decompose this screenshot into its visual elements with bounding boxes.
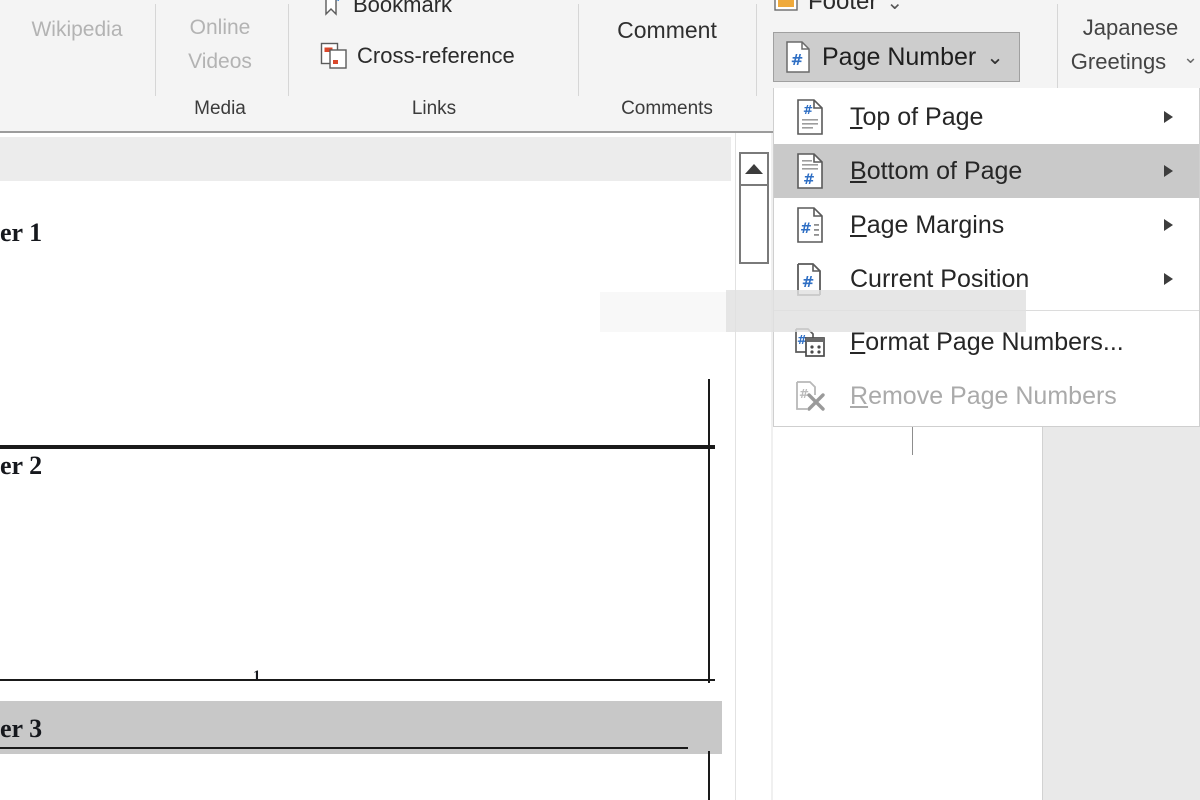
- submenu-arrow-icon[interactable]: [1164, 111, 1173, 123]
- wikipedia-button: Wikipedia: [31, 18, 123, 41]
- svg-text:#: #: [803, 103, 813, 117]
- accelerator-letter: F: [850, 327, 866, 356]
- format-page-numbers-icon: #: [786, 325, 834, 359]
- svg-text:#: #: [803, 172, 815, 188]
- document-box-6: [0, 747, 688, 751]
- accelerator-letter: R: [850, 381, 869, 410]
- document-box-3: [0, 379, 710, 683]
- menu-item-format-page-numbers[interactable]: # Format Page Numbers...: [774, 315, 1199, 369]
- footer-button[interactable]: Footer ⌄: [773, 0, 903, 16]
- svg-text:#: #: [800, 221, 812, 237]
- ribbon-group-media: Wikipedia Media: [0, 0, 154, 131]
- document-header-band: [0, 137, 731, 181]
- accelerator-letter: B: [850, 156, 867, 185]
- menu-item-label: Current Position: [850, 265, 1029, 294]
- group-divider-2: [288, 4, 289, 96]
- page-number-button[interactable]: # Page Number ⌄: [773, 32, 1020, 82]
- ribbon-group-label-comments: Comments: [621, 98, 713, 119]
- menu-item-label: Page Margins: [850, 211, 1004, 240]
- accelerator-letter: T: [850, 102, 863, 131]
- menu-item-rest: ormat Page Numbers...: [865, 327, 1124, 356]
- menu-item-top-of-page[interactable]: # Top of Page: [774, 90, 1199, 144]
- bookmark-label: Bookmark: [353, 0, 453, 17]
- menu-item-rest: age Margins: [866, 210, 1005, 239]
- menu-item-label: Bottom of Page: [850, 157, 1022, 186]
- scroll-up-button[interactable]: [739, 152, 769, 186]
- footer-label: Footer: [808, 0, 878, 15]
- submenu-arrow-icon[interactable]: [1164, 273, 1173, 285]
- page-number-bottom-icon: #: [786, 153, 834, 189]
- document-box-5: [0, 751, 710, 800]
- ribbon-group-label-links: Links: [411, 98, 457, 119]
- bookmark-icon: [320, 0, 344, 18]
- chevron-down-icon[interactable]: ⌄: [1183, 47, 1198, 68]
- page-number-margins-icon: #: [786, 207, 834, 243]
- menu-item-current-position[interactable]: # Current Position: [774, 252, 1199, 306]
- scrollbar-thumb[interactable]: [739, 186, 769, 264]
- group-divider-4: [756, 4, 757, 96]
- cross-reference-label: Cross-reference: [357, 43, 515, 68]
- ribbon-group-label-media: Media: [194, 98, 246, 119]
- menu-item-rest: emove Page Numbers: [868, 381, 1117, 410]
- vertical-scrollbar[interactable]: [735, 133, 771, 800]
- ribbon-group-media-2: Online Videos Media: [156, 0, 284, 131]
- cross-reference-icon: [320, 42, 348, 70]
- svg-text:#: #: [802, 273, 815, 291]
- svg-text:#: #: [799, 387, 809, 401]
- page-number-icon: #: [784, 41, 812, 73]
- menu-item-remove-page-numbers: # Remove Page Numbers: [774, 369, 1199, 423]
- document-line-3[interactable]: er 3: [0, 714, 42, 744]
- document-page-left[interactable]: er 1 er 2 1 er 3: [0, 181, 731, 800]
- group-divider-3: [578, 4, 579, 96]
- triangle-up-icon: [745, 164, 763, 174]
- comment-button[interactable]: Comment: [582, 10, 752, 50]
- submenu-arrow-icon[interactable]: [1164, 219, 1173, 231]
- menu-item-label: Remove Page Numbers: [850, 382, 1117, 411]
- ribbon-group-comments: Comment Comments: [582, 0, 752, 131]
- footer-icon: [773, 0, 799, 13]
- menu-item-rest: ottom of Page: [866, 156, 1023, 185]
- submenu-arrow-icon[interactable]: [1164, 165, 1173, 177]
- menu-separator: [774, 310, 1199, 311]
- svg-text:#: #: [791, 51, 804, 69]
- japanese-greetings-button-line2[interactable]: Greetings: [1049, 42, 1188, 82]
- page-number-current-icon: #: [786, 261, 834, 297]
- chevron-down-icon[interactable]: ⌄: [886, 0, 903, 15]
- menu-item-page-margins[interactable]: # Page Margins: [774, 198, 1199, 252]
- bookmark-button[interactable]: Bookmark: [320, 0, 452, 18]
- menu-item-label: Top of Page: [850, 103, 983, 132]
- menu-item-bottom-of-page[interactable]: # Bottom of Page: [774, 144, 1199, 198]
- ribbon-group-links: Bookmark Cross-reference Links: [292, 0, 576, 131]
- menu-item-label: Format Page Numbers...: [850, 328, 1124, 357]
- page-number-top-icon: #: [786, 99, 834, 135]
- accelerator-letter: P: [850, 210, 867, 239]
- document-box-4: [0, 679, 715, 683]
- cross-reference-button[interactable]: Cross-reference: [320, 42, 515, 70]
- remove-page-numbers-icon: #: [786, 379, 834, 413]
- page-number-label: Page Number: [822, 42, 977, 71]
- chevron-down-icon[interactable]: ⌄: [986, 45, 1004, 70]
- menu-item-rest: op of Page: [862, 102, 984, 131]
- online-videos-button-line2[interactable]: Videos: [156, 42, 284, 82]
- page-number-dropdown-menu: # Top of Page # Bottom of Page # Page Ma…: [773, 88, 1200, 427]
- menu-item-rest: Current Position: [850, 264, 1030, 293]
